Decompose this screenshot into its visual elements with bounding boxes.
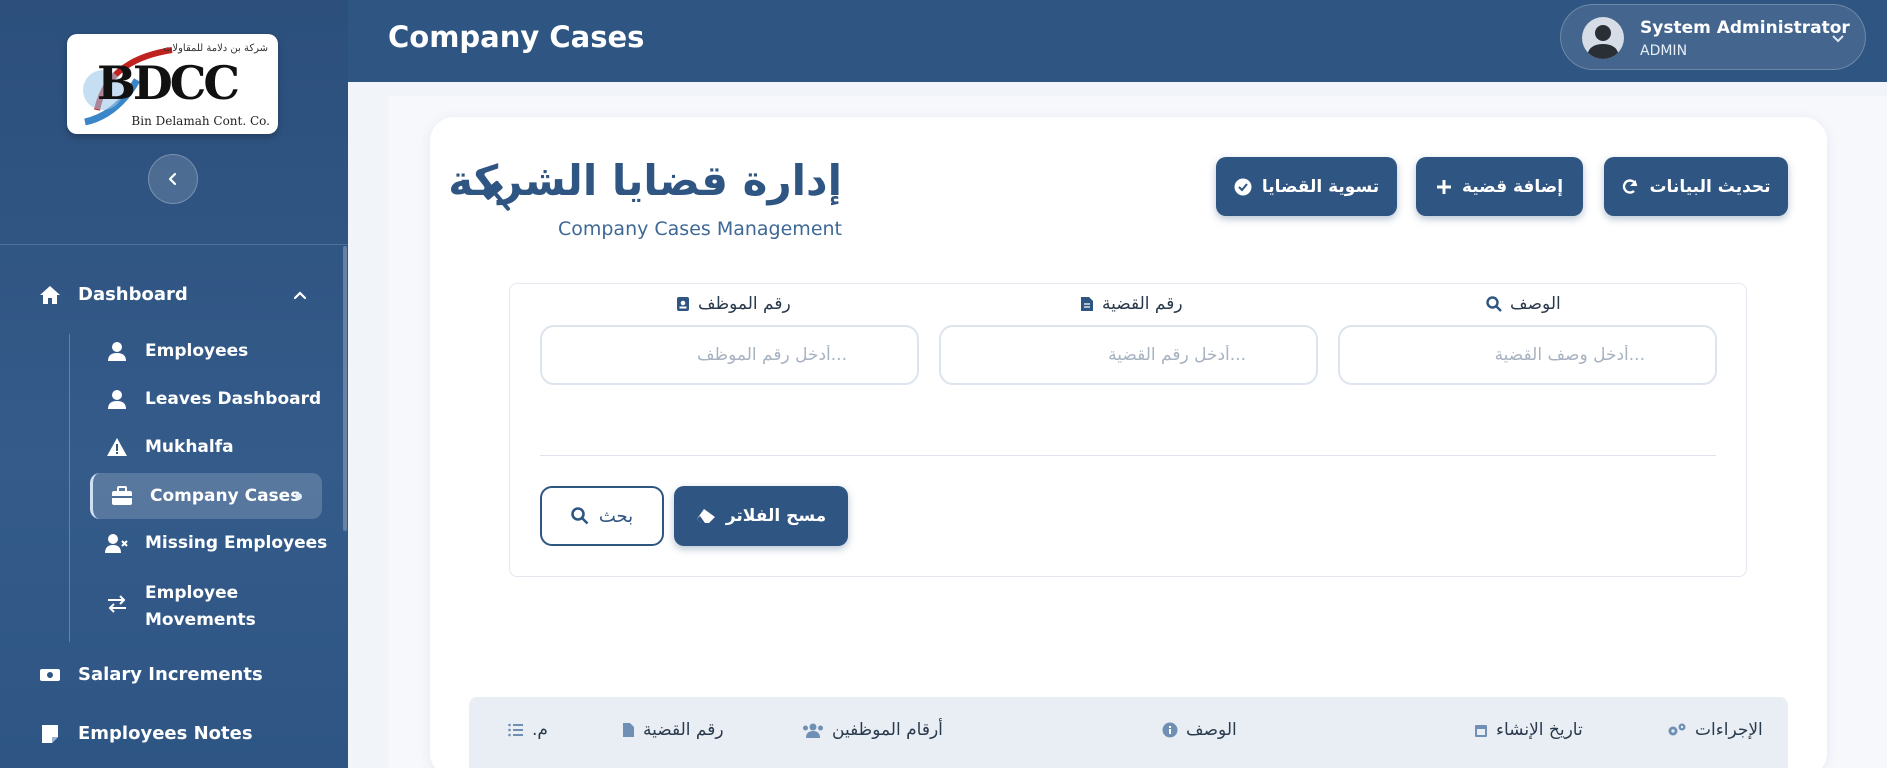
settle-cases-button[interactable]: تسوية القضايا bbox=[1216, 157, 1397, 216]
sidebar-item-label: Employees Notes bbox=[78, 723, 253, 744]
page-title: Company Cases bbox=[388, 20, 645, 54]
refresh-data-button[interactable]: تحديث البيانات bbox=[1604, 157, 1788, 216]
column-header-description[interactable]: الوصف bbox=[1162, 720, 1237, 740]
sidebar-item-label: Employee bbox=[145, 583, 239, 603]
chevron-left-icon bbox=[168, 172, 177, 186]
description-input[interactable] bbox=[1338, 325, 1717, 385]
column-header-label: الوصف bbox=[1186, 720, 1237, 740]
file-icon bbox=[623, 723, 634, 737]
money-icon bbox=[38, 665, 62, 685]
eraser-icon bbox=[696, 509, 715, 523]
sidebar-item-label: Leaves Dashboard bbox=[145, 389, 322, 409]
file-icon bbox=[1081, 297, 1093, 311]
sidebar-item-leaves-dashboard[interactable]: Leaves Dashboard bbox=[105, 389, 321, 409]
column-header-label: الإجراءات bbox=[1695, 720, 1763, 740]
sidebar-item-label: Employees bbox=[145, 341, 249, 361]
case-number-label-text: رقم القضية bbox=[1102, 294, 1183, 314]
active-indicator-dot bbox=[295, 492, 302, 500]
column-header-label: أرقام الموظفين bbox=[832, 720, 943, 740]
column-header-case-number[interactable]: رقم القضية bbox=[622, 720, 724, 740]
user-icon bbox=[105, 389, 129, 409]
column-header-label: م. bbox=[532, 720, 548, 740]
users-icon bbox=[803, 723, 823, 738]
section-title-english: Company Cases Management bbox=[557, 218, 842, 240]
sidebar-item-label: Dashboard bbox=[78, 284, 188, 305]
sidebar-item-missing-employees[interactable]: Missing Employees bbox=[105, 533, 327, 553]
column-header-created-date[interactable]: تاريخ الإنشاء bbox=[1474, 720, 1583, 740]
id-badge-icon bbox=[677, 297, 689, 311]
sidebar-item-employees[interactable]: Employees bbox=[105, 341, 248, 361]
sidebar-item-company-cases[interactable]: Company Cases bbox=[90, 473, 322, 519]
add-button-label: إضافة قضية bbox=[1461, 176, 1564, 197]
settle-button-label: تسوية القضايا bbox=[1261, 176, 1380, 197]
search-icon bbox=[571, 507, 589, 525]
sidebar-item-label: Company Cases bbox=[150, 486, 301, 506]
user-role: ADMIN bbox=[1640, 43, 1688, 59]
sidebar-item-employee-movements[interactable]: Employee Movements bbox=[105, 580, 256, 634]
top-header: Company Cases System Administrator ADMIN bbox=[348, 0, 1887, 82]
sidebar-divider bbox=[0, 244, 348, 245]
case-number-filter-label: رقم القضية bbox=[1080, 294, 1183, 314]
briefcase-icon bbox=[110, 486, 134, 506]
search-button-label: بحث bbox=[598, 505, 634, 527]
section-title-arabic: إدارة قضايا الشركة bbox=[448, 156, 842, 205]
plus-icon bbox=[1436, 179, 1451, 194]
sidebar-item-mukhalfa[interactable]: Mukhalfa bbox=[105, 437, 234, 457]
sidebar: شركة بن دلامة للمقاولات BDCC Bin Delamah… bbox=[0, 0, 348, 768]
sidebar-item-label-group: Employee Movements bbox=[145, 580, 256, 634]
column-header-employee-numbers[interactable]: أرقام الموظفين bbox=[802, 720, 943, 740]
avatar bbox=[1582, 17, 1624, 59]
clear-button-label: مسح الفلاتر bbox=[725, 506, 827, 526]
user-menu[interactable]: System Administrator ADMIN bbox=[1560, 4, 1866, 70]
sidebar-item-dashboard[interactable]: Dashboard bbox=[38, 284, 308, 305]
user-name: System Administrator bbox=[1640, 18, 1850, 38]
column-header-index[interactable]: م. bbox=[508, 720, 548, 740]
refresh-button-label: تحديث البيانات bbox=[1649, 176, 1771, 197]
search-button[interactable]: بحث bbox=[540, 486, 664, 546]
employee-number-filter-label: رقم الموظف bbox=[676, 294, 791, 314]
logo-letters-text: BDCC bbox=[97, 56, 240, 110]
user-x-icon bbox=[105, 533, 129, 553]
list-icon bbox=[508, 723, 523, 737]
column-header-label: رقم القضية bbox=[643, 720, 724, 740]
clear-filters-button[interactable]: مسح الفلاتر bbox=[674, 486, 848, 546]
description-filter-label: الوصف bbox=[1486, 294, 1561, 314]
check-circle-icon bbox=[1234, 178, 1252, 195]
chevron-up-icon bbox=[293, 290, 307, 299]
calendar-icon bbox=[1475, 725, 1487, 737]
refresh-icon bbox=[1623, 178, 1638, 194]
column-header-label: تاريخ الإنشاء bbox=[1496, 720, 1583, 740]
user-icon bbox=[105, 341, 129, 361]
logo-subtitle: Bin Delamah Cont. Co. bbox=[131, 114, 270, 128]
sidebar-item-label: Salary Increments bbox=[78, 664, 263, 685]
note-icon bbox=[38, 724, 62, 744]
employee-number-input[interactable] bbox=[540, 325, 919, 385]
sidebar-scrollbar[interactable] bbox=[343, 246, 347, 531]
sidebar-item-salary-increments[interactable]: Salary Increments bbox=[38, 664, 263, 685]
exchange-icon bbox=[105, 594, 129, 614]
sidebar-item-employees-notes[interactable]: Employees Notes bbox=[38, 723, 253, 744]
logo-arabic-text: شركة بن دلامة للمقاولات bbox=[162, 43, 268, 54]
info-icon bbox=[1162, 722, 1178, 738]
filters-divider bbox=[540, 455, 1716, 456]
case-number-input[interactable] bbox=[939, 325, 1318, 385]
search-icon bbox=[1486, 296, 1502, 312]
home-icon bbox=[38, 285, 62, 305]
sidebar-item-label: Mukhalfa bbox=[145, 437, 234, 457]
logo-letters: BDCC bbox=[97, 56, 240, 110]
warning-icon bbox=[105, 437, 129, 457]
description-label-text: الوصف bbox=[1510, 294, 1561, 314]
employee-number-label-text: رقم الموظف bbox=[698, 294, 791, 314]
sidebar-item-label-line2: Movements bbox=[145, 610, 256, 630]
company-logo[interactable]: شركة بن دلامة للمقاولات BDCC Bin Delamah… bbox=[67, 34, 278, 134]
gears-icon bbox=[1668, 723, 1686, 736]
sidebar-collapse-button[interactable] bbox=[148, 154, 198, 204]
column-header-actions[interactable]: الإجراءات bbox=[1667, 720, 1763, 740]
sidebar-item-label: Missing Employees bbox=[145, 533, 328, 553]
chevron-down-icon bbox=[1832, 35, 1844, 43]
add-case-button[interactable]: إضافة قضية bbox=[1416, 157, 1583, 216]
submenu-guide-line bbox=[69, 334, 70, 642]
